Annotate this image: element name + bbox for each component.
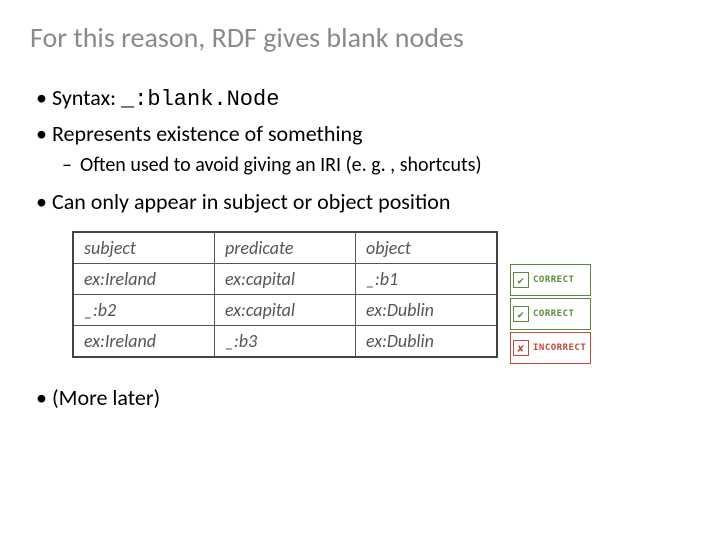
- badge-label: CORRECT: [531, 309, 578, 319]
- check-icon: ✔: [513, 306, 529, 322]
- table-row: _:b2 ex:capital ex:Dublin: [73, 295, 497, 326]
- row-status-badges: ✔ CORRECT ✔ CORRECT ✘ INCORRECT: [510, 231, 591, 365]
- syntax-label: Syntax:: [52, 84, 121, 111]
- status-badge: ✘ INCORRECT: [510, 332, 591, 364]
- bullet-syntax: Syntax: _:blank.Node: [30, 83, 690, 115]
- table-row: ex:Ireland ex:capital _:b1: [73, 264, 497, 295]
- table-header-row: subject predicate object: [73, 232, 497, 264]
- col-subject: subject: [73, 232, 215, 264]
- status-badge: ✔ CORRECT: [510, 264, 591, 296]
- bullet-represents: Represents existence of something Often …: [30, 119, 690, 180]
- bullet-represents-sub: Often used to avoid giving an IRI (e. g.…: [52, 152, 690, 179]
- cross-icon: ✘: [513, 340, 529, 356]
- table-row: ex:Ireland _:b3 ex:Dublin: [73, 326, 497, 358]
- badge-label: CORRECT: [531, 275, 578, 285]
- triples-figure: subject predicate object ex:Ireland ex:c…: [72, 231, 690, 365]
- slide-title: For this reason, RDF gives blank nodes: [30, 20, 690, 55]
- col-predicate: predicate: [215, 232, 356, 264]
- bullet-position: Can only appear in subject or object pos…: [30, 187, 690, 217]
- bullet-list-tail: (More later): [30, 383, 690, 413]
- status-badge: ✔ CORRECT: [510, 298, 591, 330]
- badge-label: INCORRECT: [531, 343, 590, 353]
- triples-table: subject predicate object ex:Ireland ex:c…: [72, 231, 498, 358]
- syntax-code: _:blank.Node: [121, 87, 279, 112]
- bullet-list: Syntax: _:blank.Node Represents existenc…: [30, 83, 690, 217]
- col-object: object: [356, 232, 498, 264]
- check-icon: ✔: [513, 272, 529, 288]
- bullet-more: (More later): [30, 383, 690, 413]
